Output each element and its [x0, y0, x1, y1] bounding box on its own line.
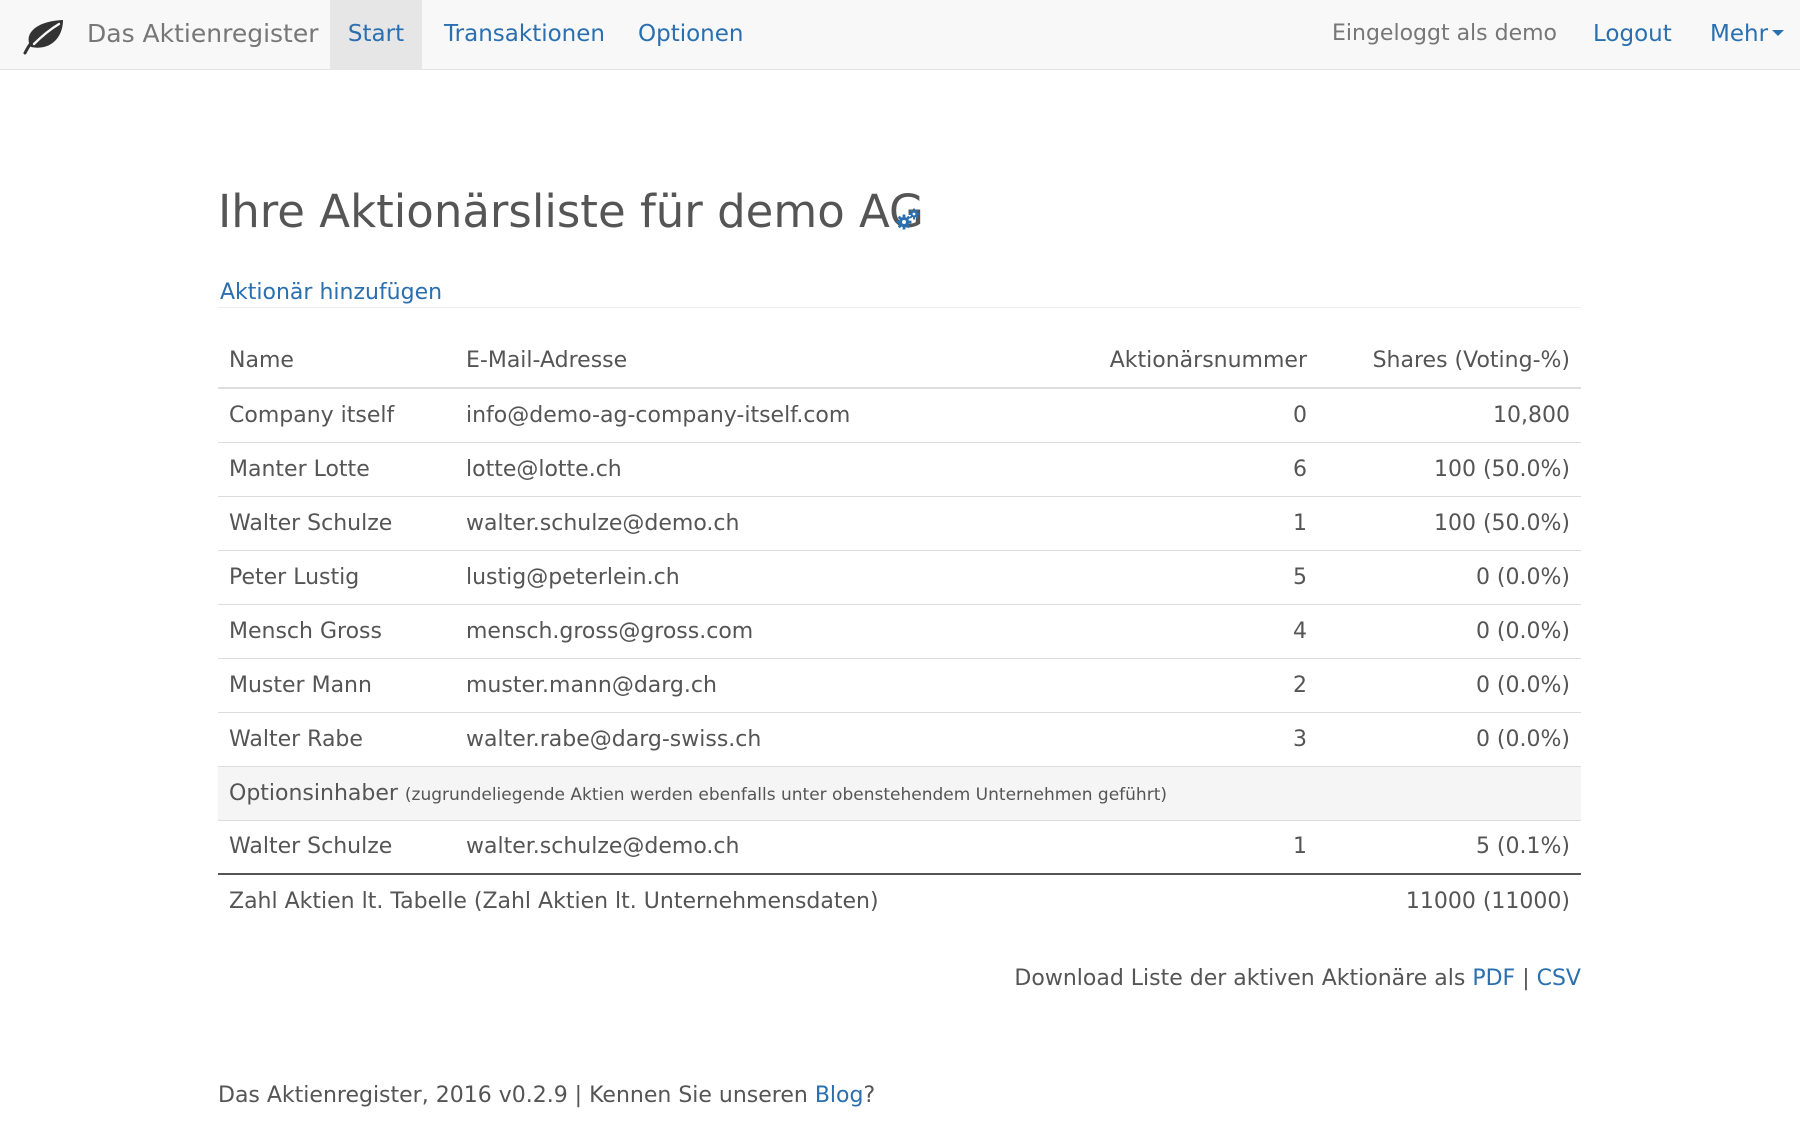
cell-name: Peter Lustig [218, 549, 455, 604]
shareholder-table: Name E-Mail-Adresse Aktionärsnummer Shar… [218, 333, 1581, 928]
table-row[interactable]: Walter Rabe walter.rabe@darg-swiss.ch 3 … [218, 711, 1581, 766]
cell-number: 6 [1078, 441, 1318, 496]
download-prefix: Download Liste der aktiven Aktionäre als [1014, 966, 1466, 991]
nav-optionen[interactable]: Optionen [638, 0, 744, 70]
cell-email: mensch.gross@gross.com [455, 603, 1078, 658]
cell-number: 1 [1078, 495, 1318, 550]
cell-number: 3 [1078, 711, 1318, 766]
cell-email: lustig@peterlein.ch [455, 549, 1078, 604]
cell-number: 5 [1078, 549, 1318, 604]
table-row[interactable]: Company itself info@demo-ag-company-itse… [218, 387, 1581, 442]
footer-suffix: ? [863, 1083, 876, 1108]
table-row[interactable]: Peter Lustig lustig@peterlein.ch 5 0 (0.… [218, 549, 1581, 604]
option-holders-section-row: Optionsinhaber (zugrundeliegende Aktien … [218, 765, 1581, 820]
download-separator: | [1522, 966, 1530, 991]
table-header-row: Name E-Mail-Adresse Aktionärsnummer Shar… [218, 333, 1581, 389]
total-value: 11000 (11000) [1318, 873, 1581, 928]
cell-email: walter.rabe@darg-swiss.ch [455, 711, 1078, 766]
table-row[interactable]: Walter Schulze walter.schulze@demo.ch 1 … [218, 495, 1581, 550]
cell-shares: 10,800 [1318, 387, 1581, 442]
cell-number: 2 [1078, 657, 1318, 712]
more-label: Mehr [1710, 21, 1769, 47]
cell-email: walter.schulze@demo.ch [455, 495, 1078, 550]
header-email: E-Mail-Adresse [455, 333, 1078, 389]
footer-text: Das Aktienregister, 2016 v0.2.9 | Kennen… [218, 1083, 808, 1108]
header-name: Name [218, 333, 455, 389]
cell-name: Mensch Gross [218, 603, 455, 658]
cell-shares: 100 (50.0%) [1318, 495, 1581, 550]
footer: Das Aktienregister, 2016 v0.2.9 | Kennen… [218, 1079, 875, 1113]
total-label: Zahl Aktien lt. Tabelle (Zahl Aktien lt.… [218, 873, 1318, 928]
leaf-icon[interactable] [21, 17, 67, 55]
cell-shares: 0 (0.0%) [1318, 657, 1581, 712]
cell-email: lotte@lotte.ch [455, 441, 1078, 496]
cell-number: 0 [1078, 387, 1318, 442]
cell-shares: 0 (0.0%) [1318, 711, 1581, 766]
nav-transaktionen[interactable]: Transaktionen [444, 0, 605, 70]
table-row[interactable]: Manter Lotte lotte@lotte.ch 6 100 (50.0%… [218, 441, 1581, 496]
table-row[interactable]: Walter Schulze walter.schulze@demo.ch 1 … [218, 819, 1581, 874]
caret-down-icon [1772, 29, 1785, 36]
table-row[interactable]: Muster Mann muster.mann@darg.ch 2 0 (0.0… [218, 657, 1581, 712]
option-holders-label: Optionsinhaber [229, 780, 398, 806]
cell-shares: 100 (50.0%) [1318, 441, 1581, 496]
cell-email: muster.mann@darg.ch [455, 657, 1078, 712]
page-title: Ihre Aktionärsliste für demo AG [218, 185, 924, 238]
download-links: Download Liste der aktiven Aktionäre als… [1014, 962, 1581, 996]
cell-shares: 0 (0.0%) [1318, 603, 1581, 658]
add-shareholder-link[interactable]: Aktionär hinzufügen [220, 276, 442, 310]
cell-number: 4 [1078, 603, 1318, 658]
cell-name: Walter Schulze [218, 495, 455, 550]
cell-name: Walter Rabe [218, 711, 455, 766]
gears-icon[interactable] [895, 207, 921, 233]
more-dropdown[interactable]: Mehr [1710, 0, 1785, 70]
cell-name: Muster Mann [218, 657, 455, 712]
blog-link[interactable]: Blog [815, 1083, 864, 1108]
total-row: Zahl Aktien lt. Tabelle (Zahl Aktien lt.… [218, 873, 1581, 928]
logged-in-user: Eingeloggt als demo [1332, 21, 1558, 46]
logout-link[interactable]: Logout [1593, 0, 1672, 70]
nav-start[interactable]: Start [330, 0, 422, 70]
cell-name: Walter Schulze [218, 819, 455, 874]
cell-email: info@demo-ag-company-itself.com [455, 387, 1078, 442]
cell-email: walter.schulze@demo.ch [455, 819, 1078, 874]
top-navbar: Das Aktienregister Start Transaktionen O… [0, 0, 1800, 70]
download-csv-link[interactable]: CSV [1537, 966, 1581, 991]
cell-number: 1 [1078, 819, 1318, 874]
header-shares: Shares (Voting-%) [1318, 333, 1581, 389]
option-holders-note: (zugrundeliegende Aktien werden ebenfall… [404, 784, 1167, 805]
download-pdf-link[interactable]: PDF [1472, 966, 1515, 991]
brand-name[interactable]: Das Aktienregister [87, 18, 319, 50]
cell-name: Manter Lotte [218, 441, 455, 496]
cell-name: Company itself [218, 387, 455, 442]
cell-shares: 0 (0.0%) [1318, 549, 1581, 604]
header-shareholder-number: Aktionärsnummer [1078, 333, 1318, 389]
divider [218, 307, 1581, 308]
table-row[interactable]: Mensch Gross mensch.gross@gross.com 4 0 … [218, 603, 1581, 658]
cell-shares: 5 (0.1%) [1318, 819, 1581, 874]
option-holders-heading: Optionsinhaber (zugrundeliegende Aktien … [218, 765, 1581, 820]
